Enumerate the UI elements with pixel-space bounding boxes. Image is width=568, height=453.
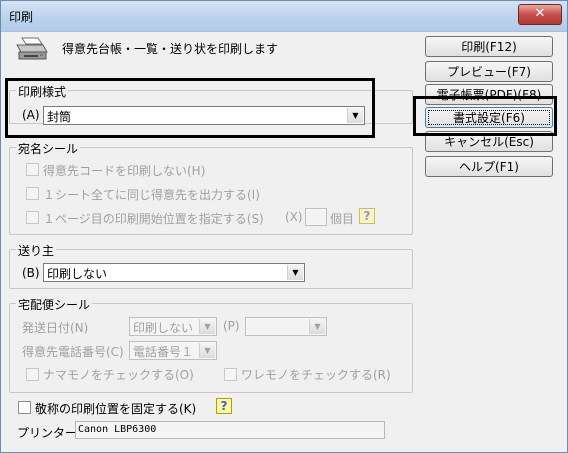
p-select[interactable]: ▼ <box>245 317 327 336</box>
chevron-down-icon: ▼ <box>309 319 325 334</box>
checkbox-start-position[interactable] <box>26 211 39 224</box>
close-button[interactable]: ✕ <box>518 4 562 25</box>
window-title: 印刷 <box>9 10 34 24</box>
print-button[interactable]: 印刷(F12) <box>425 36 553 57</box>
highlight-print-style <box>5 78 375 138</box>
printer-label: プリンター <box>17 426 78 440</box>
waremono-label: ワレモノをチェックする(R) <box>241 368 391 382</box>
printer-icon <box>16 37 48 60</box>
ship-date-select[interactable]: 印刷しない ▼ <box>129 317 217 336</box>
printer-name-value: Canon LBP6300 <box>78 424 157 435</box>
chevron-down-icon: ▼ <box>287 265 303 280</box>
hide-customer-code-label: 得意先コードを印刷しない(H) <box>43 164 206 178</box>
sender-label: (B) <box>22 266 40 280</box>
sender-select[interactable]: 印刷しない ▼ <box>43 263 305 282</box>
start-position-x-label: (X) <box>285 210 303 224</box>
preview-button[interactable]: プレビュー(F7) <box>425 61 553 82</box>
checkbox-hide-customer-code[interactable] <box>26 163 39 176</box>
start-position-label: １ページ目の印刷開始位置を指定する(S) <box>43 212 264 226</box>
title-bar: 印刷 ✕ <box>1 1 567 32</box>
sender-value: 印刷しない <box>47 267 108 281</box>
fix-honorific-label: 敬称の印刷位置を固定する(K) <box>35 402 197 416</box>
help-icon[interactable]: ? <box>216 398 232 414</box>
customer-phone-value: 電話番号１ <box>133 345 194 359</box>
p-label: (P) <box>223 319 240 333</box>
start-position-input[interactable] <box>305 208 327 226</box>
chevron-down-icon: ▼ <box>199 319 215 334</box>
help-icon[interactable]: ? <box>359 208 375 224</box>
delivery-seal-title: 宅配便シール <box>16 296 93 313</box>
checkbox-namamono[interactable] <box>26 368 39 381</box>
checkbox-fix-honorific[interactable] <box>18 401 31 414</box>
header-message: 得意先台帳・一覧・送り状を印刷します <box>62 42 279 56</box>
ship-date-value: 印刷しない <box>133 321 194 335</box>
ship-date-label: 発送日付(N) <box>22 321 89 335</box>
address-seal-title: 宛名シール <box>16 140 81 157</box>
namamono-label: ナマモノをチェックする(O) <box>43 368 194 382</box>
checkbox-same-customer[interactable] <box>26 187 39 200</box>
help-button[interactable]: ヘルプ(F1) <box>425 156 553 177</box>
highlight-format-settings <box>413 96 557 136</box>
print-dialog: 印刷 ✕ 得意先台帳・一覧・送り状を印刷します 印刷(F12) プレビュー(F7… <box>0 0 568 453</box>
count-suffix: 個目 <box>330 212 355 226</box>
sender-title: 送り主 <box>16 242 57 259</box>
printer-name-field: Canon LBP6300 <box>75 421 385 439</box>
checkbox-waremono[interactable] <box>224 368 237 381</box>
customer-phone-select[interactable]: 電話番号１ ▼ <box>129 341 217 360</box>
chevron-down-icon: ▼ <box>199 343 215 358</box>
customer-phone-label: 得意先電話番号(C) <box>22 345 124 359</box>
same-customer-label: １シート全てに同じ得意先を出力する(I) <box>43 188 260 202</box>
